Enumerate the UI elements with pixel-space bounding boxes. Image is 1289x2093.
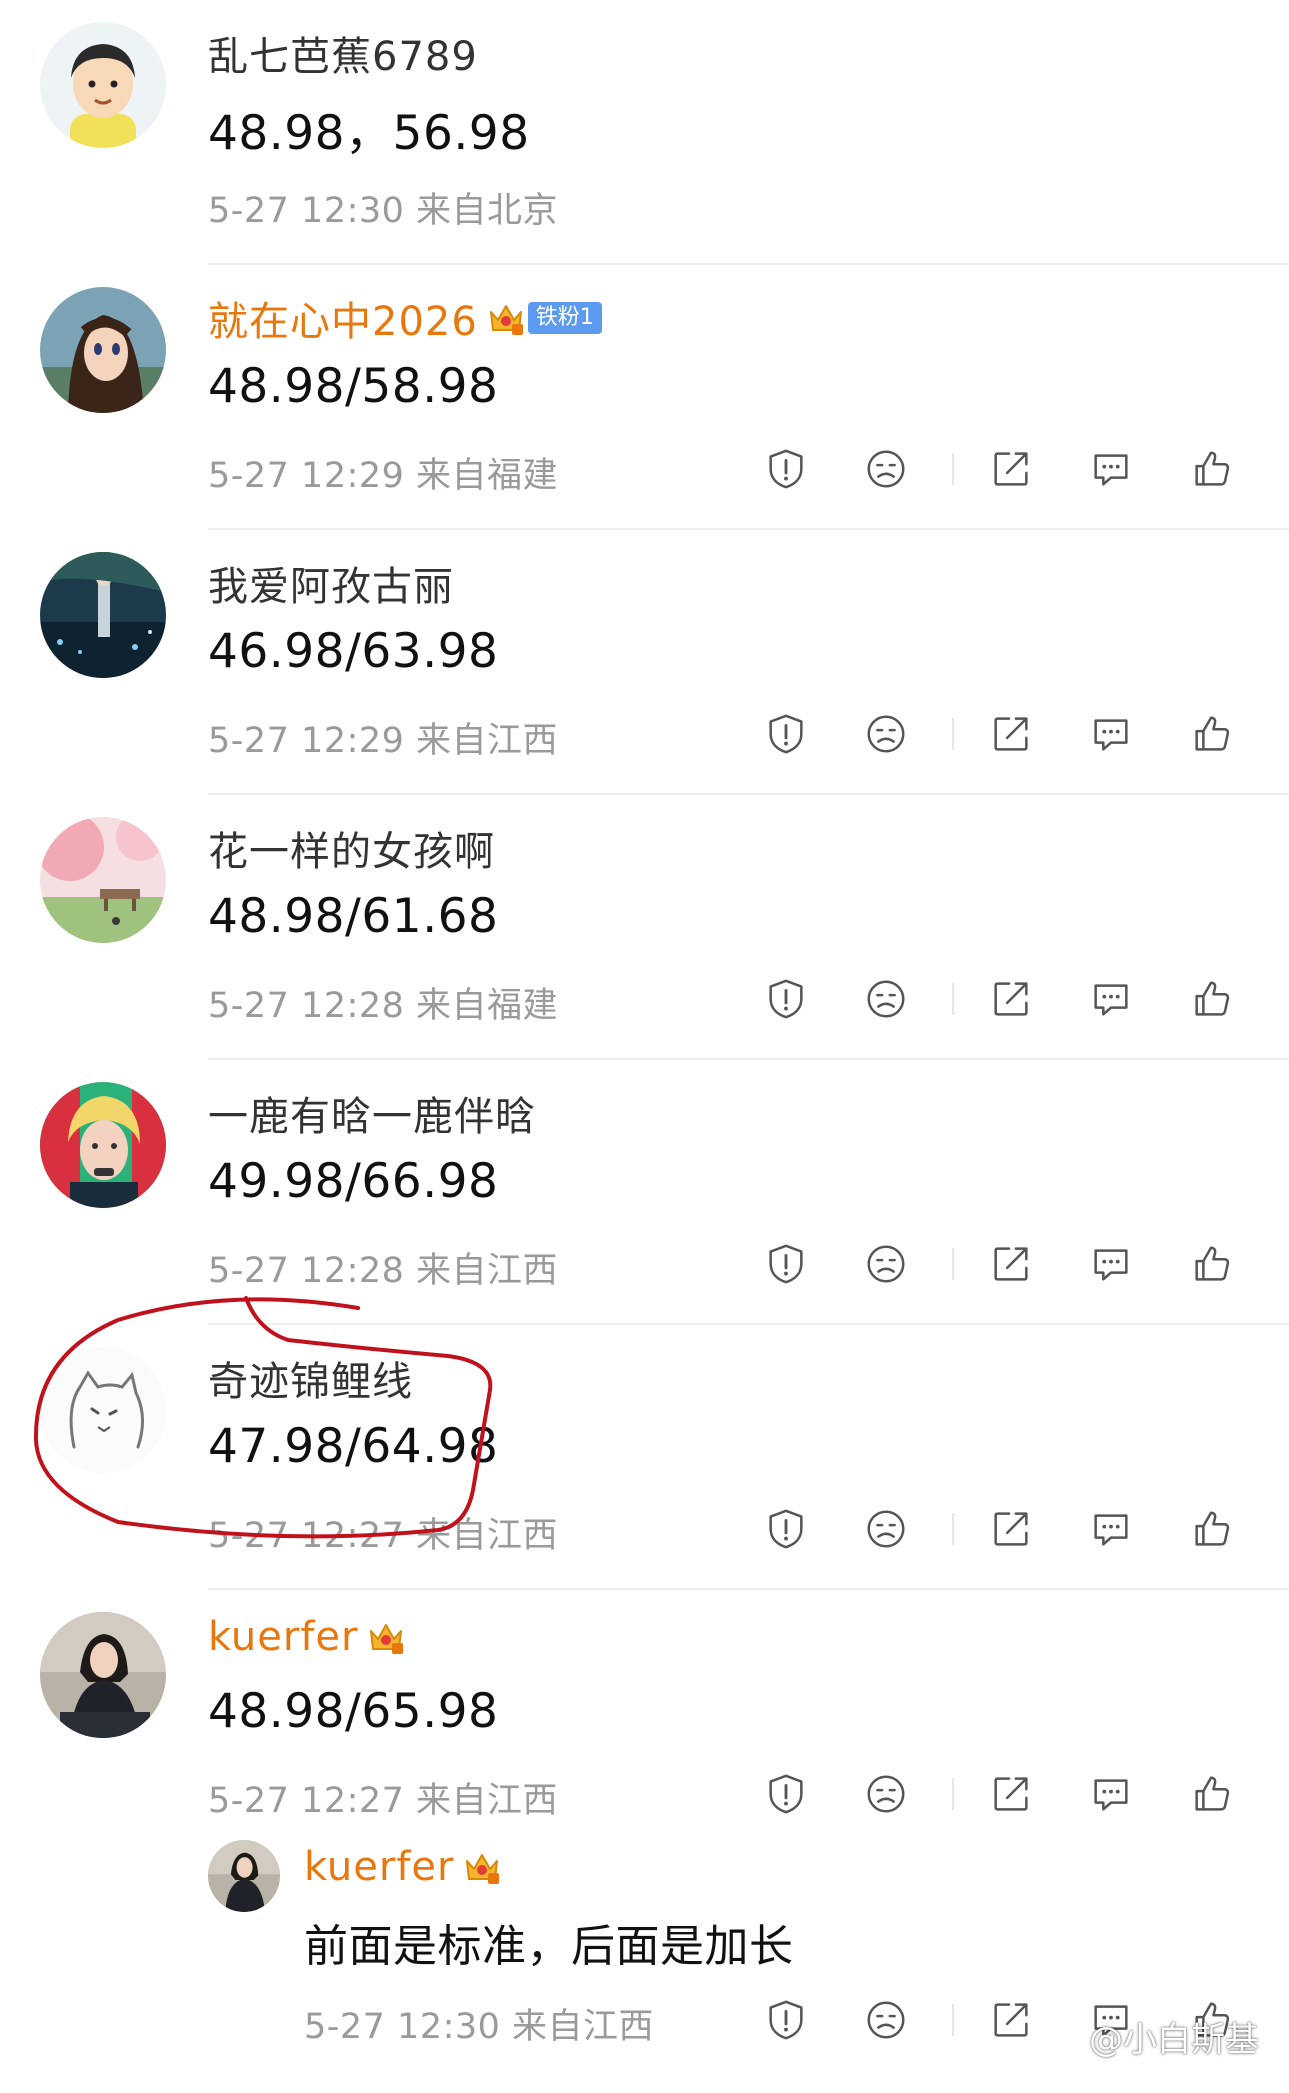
avatar[interactable] [40,1082,166,1208]
divider [952,1513,954,1545]
divider [952,718,954,750]
comment-meta: 5-27 12:30 来自北京 [208,191,559,231]
avatar[interactable] [40,22,166,148]
action-bar [760,443,1250,495]
comment-text: 46.98/63.98 [208,624,499,679]
report-icon[interactable] [760,443,812,495]
comment-meta: 5-27 12:27 来自江西 [208,1781,559,1821]
username[interactable]: 就在心中2026 铁粉1 [208,289,602,347]
action-bar [760,1503,1250,1555]
reply-meta: 5-27 12:30 来自江西 [304,2007,655,2047]
comment-icon[interactable] [1085,1238,1137,1290]
comment-text: 47.98/64.98 [208,1419,499,1474]
avatar[interactable] [208,1840,280,1912]
comment-item: 就在心中2026 铁粉1 48.98/58.98 5-27 12:29 来自福建 [0,265,1289,530]
divider [952,2004,954,2036]
comment-icon[interactable] [1085,1768,1137,1820]
dislike-icon[interactable] [860,1768,912,1820]
dislike-icon[interactable] [860,443,912,495]
divider [952,983,954,1015]
comment-text: 48.98/58.98 [208,359,499,414]
dislike-icon[interactable] [860,1238,912,1290]
comment-icon[interactable] [1085,708,1137,760]
share-icon[interactable] [985,973,1037,1025]
comment-meta: 5-27 12:27 来自江西 [208,1516,559,1556]
comment-meta: 5-27 12:29 来自江西 [208,721,559,761]
reply-text: 前面是标准，后面是加长 [304,1921,794,1972]
share-icon[interactable] [985,1768,1037,1820]
comment-text: 48.98，56.98 [208,106,530,161]
action-bar [760,708,1250,760]
like-icon[interactable] [1186,443,1238,495]
comment-meta: 5-27 12:28 来自福建 [208,986,559,1026]
weibo-logo-icon [1047,2024,1083,2051]
avatar[interactable] [40,287,166,413]
like-icon[interactable] [1186,1768,1238,1820]
dislike-icon[interactable] [860,973,912,1025]
avatar[interactable] [40,817,166,943]
report-icon[interactable] [760,1238,812,1290]
crown-icon [366,1617,406,1657]
avatar[interactable] [40,1612,166,1738]
divider [952,1248,954,1280]
comment-item: 奇迹锦鲤线 47.98/64.98 5-27 12:27 来自江西 [0,1325,1289,1590]
comment-item: 我爱阿孜古丽 46.98/63.98 5-27 12:29 来自江西 [0,530,1289,795]
crown-icon [462,1847,502,1887]
dislike-icon[interactable] [860,1994,912,2046]
divider [952,453,954,485]
report-icon[interactable] [760,1503,812,1555]
username[interactable]: 乱七芭蕉6789 [208,24,478,82]
share-icon[interactable] [985,443,1037,495]
report-icon[interactable] [760,708,812,760]
username[interactable]: 奇迹锦鲤线 [208,1349,413,1407]
fan-badge: 铁粉1 [527,302,602,334]
share-icon[interactable] [985,708,1037,760]
crown-icon [486,298,526,338]
username[interactable]: kuerfer [304,1844,502,1890]
share-icon[interactable] [985,1503,1037,1555]
comment-icon[interactable] [1085,973,1137,1025]
report-icon[interactable] [760,973,812,1025]
comment-meta: 5-27 12:29 来自福建 [208,456,559,496]
action-bar [760,1768,1250,1820]
dislike-icon[interactable] [860,708,912,760]
action-bar [760,973,1250,1025]
comment-text: 48.98/65.98 [208,1684,499,1739]
comment-text: 49.98/66.98 [208,1154,499,1209]
comment-item: 花一样的女孩啊 48.98/61.68 5-27 12:28 来自福建 [0,795,1289,1060]
share-icon[interactable] [985,1238,1037,1290]
username[interactable]: 我爱阿孜古丽 [208,554,454,612]
watermark: @小白斯基 [1047,2012,1259,2061]
comment-icon[interactable] [1085,1503,1137,1555]
username[interactable]: 一鹿有晗一鹿伴晗 [208,1084,536,1142]
action-bar [760,1238,1250,1290]
share-icon[interactable] [985,1994,1037,2046]
avatar[interactable] [40,552,166,678]
comment-text: 48.98/61.68 [208,889,499,944]
report-icon[interactable] [760,1994,812,2046]
comment-item: kuerfer 48.98/65.98 5-27 12:27 来自江西 [0,1590,1289,1855]
like-icon[interactable] [1186,708,1238,760]
username[interactable]: kuerfer [208,1614,406,1660]
comment-item: 乱七芭蕉6789 48.98，56.98 5-27 12:30 来自北京 [0,0,1289,265]
dislike-icon[interactable] [860,1503,912,1555]
comment-item: 一鹿有晗一鹿伴晗 49.98/66.98 5-27 12:28 来自江西 [0,1060,1289,1325]
like-icon[interactable] [1186,973,1238,1025]
report-icon[interactable] [760,1768,812,1820]
like-icon[interactable] [1186,1238,1238,1290]
divider [952,1778,954,1810]
comment-meta: 5-27 12:28 来自江西 [208,1251,559,1291]
like-icon[interactable] [1186,1503,1238,1555]
comment-icon[interactable] [1085,443,1137,495]
username[interactable]: 花一样的女孩啊 [208,819,495,877]
avatar[interactable] [40,1347,166,1473]
